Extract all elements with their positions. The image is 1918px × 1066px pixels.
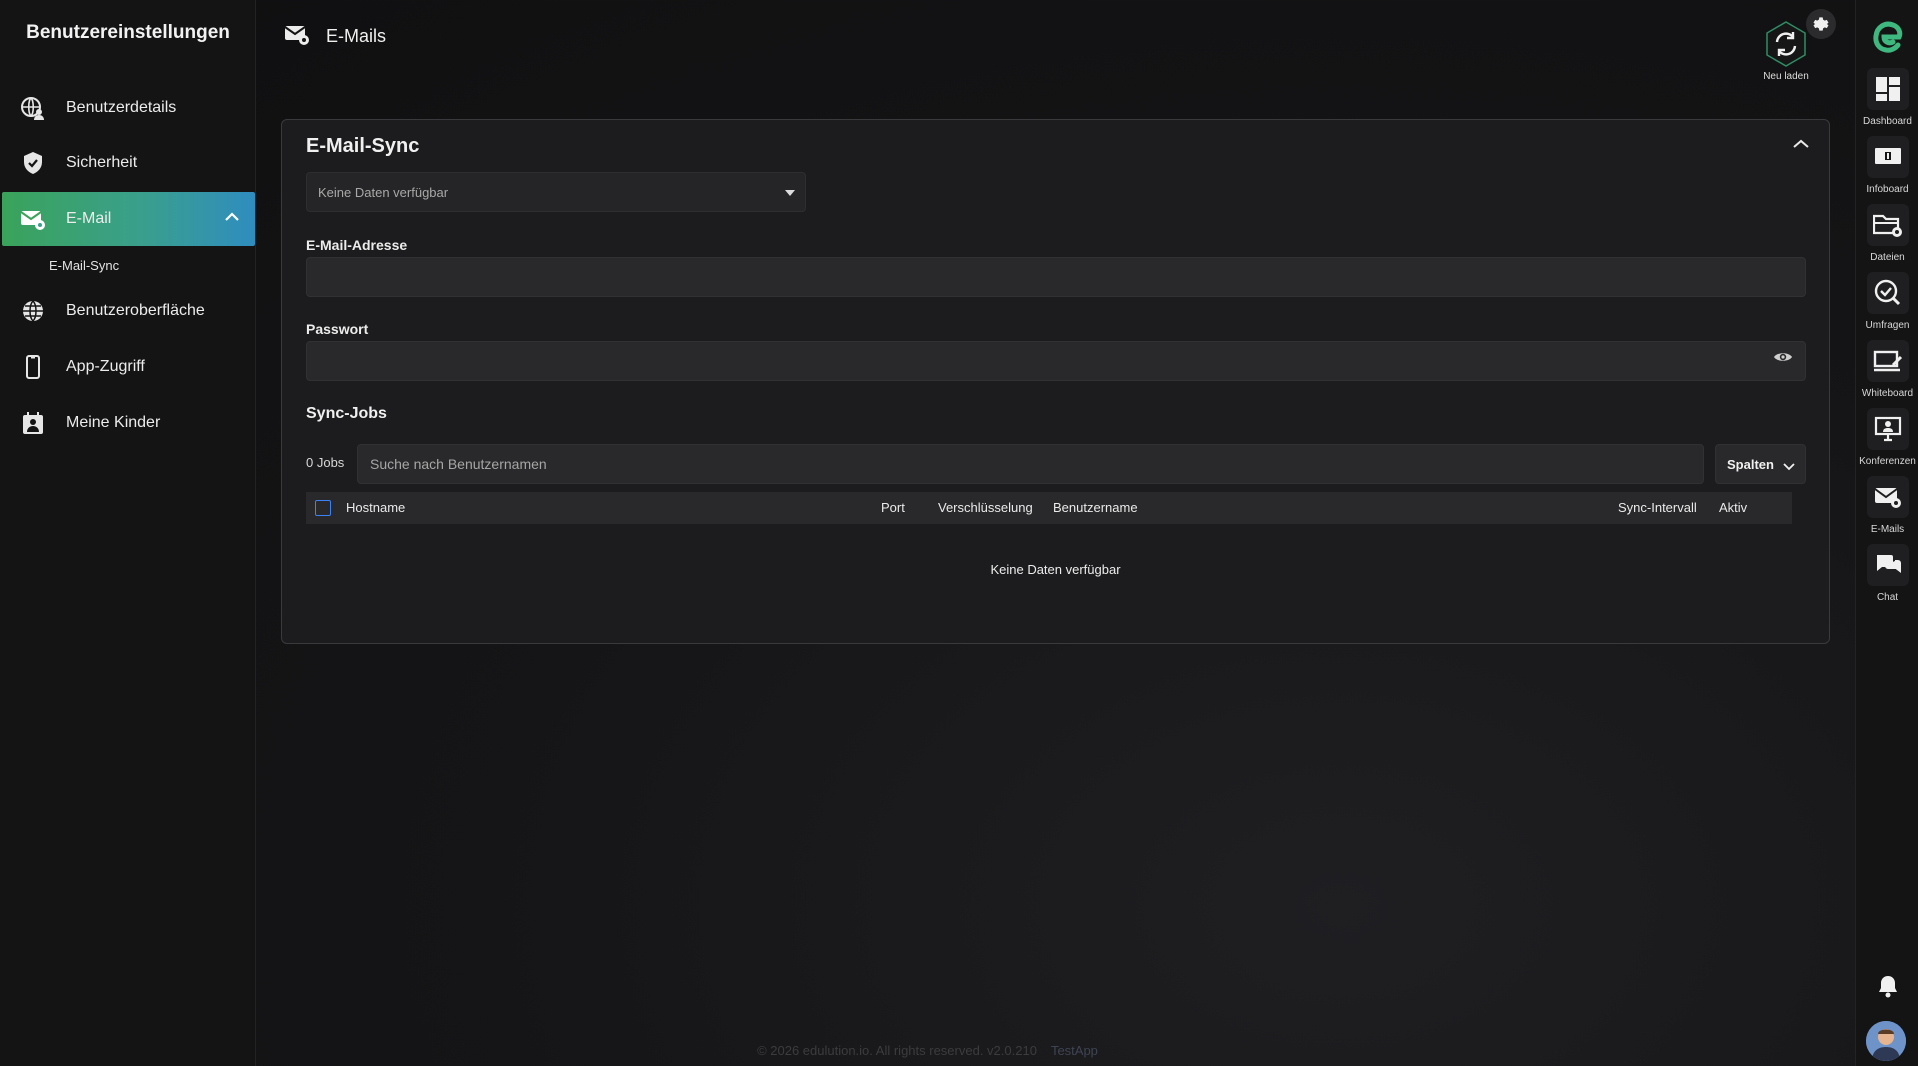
search-input[interactable] [357,444,1704,484]
sidebar-item-label: Sicherheit [66,154,138,171]
caret-down-icon [785,190,795,196]
email-label: E-Mail-Adresse [306,237,408,253]
rail-item-label: E-Mails [1870,524,1905,535]
column-header-active[interactable]: Aktiv [1719,500,1747,515]
sidebar-item-benutzeroberflaeche[interactable]: Benutzeroberfläche [2,284,255,338]
chevron-up-icon[interactable] [1793,136,1809,154]
sidebar-item-label: App-Zugriff [66,358,145,375]
column-header-username[interactable]: Benutzername [1053,500,1138,515]
copyright-text: © 2026 edulution.io. All rights reserved… [757,1043,1037,1058]
settings-sidebar: Benutzereinstellungen Benutzerdetails Si… [0,0,256,1066]
rail-item-umfragen[interactable]: Umfragen [1856,272,1918,331]
card-title: E-Mail-Sync [306,135,420,157]
column-header-sync-interval[interactable]: Sync-Intervall [1618,500,1697,515]
rail-item-label: Konferenzen [1859,456,1916,467]
rail-item-konferenzen[interactable]: Konferenzen [1856,408,1918,467]
bell-icon[interactable] [1877,974,1899,1003]
sidebar-item-app-zugriff[interactable]: App-Zugriff [2,340,255,394]
sync-jobs-title: Sync-Jobs [306,405,387,422]
rail-item-label: Umfragen [1865,320,1910,331]
chat-icon [1876,555,1901,573]
mail-gear-icon [284,22,310,51]
reload-label: Neu laden [1763,71,1809,82]
chevron-down-icon [1783,459,1795,474]
globe-icon [20,298,46,324]
column-header-port[interactable]: Port [881,500,905,515]
sidebar-item-sicherheit[interactable]: Sicherheit [2,136,255,190]
table-header: Hostname Port Verschlüsselung Benutzerna… [306,492,1792,524]
shield-check-icon [20,150,46,176]
rail-item-emails[interactable]: E-Mails [1856,476,1918,535]
rail-item-label: Infoboard [1866,184,1909,195]
app-name: TestApp [1050,1043,1098,1058]
password-field[interactable] [306,341,1806,381]
rail-item-label: Chat [1876,592,1899,603]
column-header-encryption[interactable]: Verschlüsselung [938,500,1033,515]
sidebar-item-label: Benutzerdetails [66,99,177,116]
password-label: Passwort [306,321,369,337]
mobile-icon [20,354,46,380]
jobs-count: 0 Jobs [306,455,345,470]
rail-item-dateien[interactable]: Dateien [1856,204,1918,263]
edulution-logo-icon[interactable] [1873,18,1903,59]
select-value: Keine Daten verfügbar [318,184,449,200]
rail-item-label: Whiteboard [1861,388,1914,399]
infoboard-icon [1874,148,1901,164]
dashboard-icon [1875,77,1900,101]
rail-item-label: Dashboard [1863,116,1912,127]
avatar[interactable] [1866,1021,1906,1061]
sidebar-item-label: E-Mail [66,210,112,227]
whiteboard-icon [1873,350,1902,372]
mail-gear-icon [1873,488,1901,508]
columns-button-label: Spalten [1727,456,1774,472]
user-avatar-icon [1866,1021,1906,1061]
reload-button[interactable] [1762,20,1810,68]
page-title: E-Mails [326,26,387,46]
mail-gear-icon [20,206,46,232]
rail-item-infoboard[interactable]: Infoboard [1856,136,1918,195]
survey-icon [1874,279,1900,306]
folder-gear-icon [1872,214,1902,237]
sidebar-item-label: Meine Kinder [66,414,161,431]
conference-icon [1874,416,1901,442]
rail-item-chat[interactable]: Chat [1856,544,1918,603]
rail-item-whiteboard[interactable]: Whiteboard [1856,340,1918,399]
settings-button[interactable] [1806,9,1836,39]
page-header: E-Mails [284,22,386,51]
empty-state: Keine Daten verfügbar [990,562,1121,577]
column-header-hostname[interactable]: Hostname [346,500,405,515]
email-field[interactable] [306,257,1806,297]
sidebar-item-email[interactable]: E-Mail [2,192,255,246]
columns-button[interactable]: Spalten [1715,444,1806,484]
sidebar-title: Benutzereinstellungen [26,22,230,43]
footer: © 2026 edulution.io. All rights reserved… [0,1043,1855,1058]
sidebar-item-benutzerdetails[interactable]: Benutzerdetails [2,81,255,135]
rail-item-dashboard[interactable]: Dashboard [1856,68,1918,127]
email-sync-card: E-Mail-Sync Keine Daten verfügbar E-Mail… [281,119,1830,644]
sidebar-subitem-email-sync[interactable]: E-Mail-Sync [49,258,119,273]
chevron-up-icon[interactable] [225,209,239,227]
gear-icon [1813,17,1829,31]
app-rail: Dashboard Infoboard Dateien Umfragen Whi… [1855,0,1918,1066]
reload-icon [1766,21,1806,67]
sidebar-item-meine-kinder[interactable]: Meine Kinder [2,396,255,450]
child-calendar-icon [20,410,46,436]
rail-item-label: Dateien [1870,252,1905,263]
sidebar-item-label: Benutzeroberfläche [66,302,205,319]
select-all-checkbox[interactable] [315,500,331,516]
eye-icon[interactable] [1773,350,1793,369]
account-select[interactable]: Keine Daten verfügbar [306,172,806,212]
globe-user-icon [20,95,46,121]
